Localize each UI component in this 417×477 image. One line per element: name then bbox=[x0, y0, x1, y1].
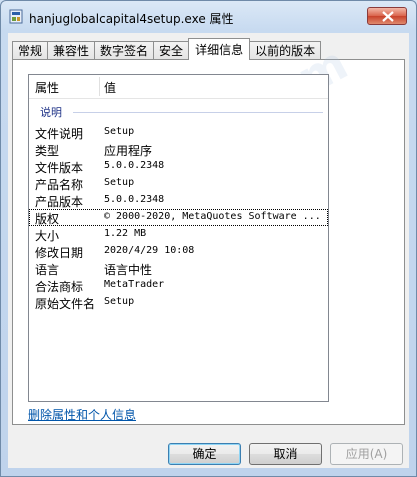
dialog-client: 常规 兼容性 数字签名 安全 详细信息 以前的版本 FX110.com FX11… bbox=[8, 33, 409, 468]
tab-security[interactable]: 安全 bbox=[153, 41, 190, 60]
table-row[interactable]: 产品名称 Setup bbox=[29, 175, 328, 192]
table-row[interactable]: 修改日期 2020/4/29 10:08 bbox=[29, 243, 328, 260]
list-header: 属性 值 bbox=[29, 75, 328, 99]
group-header-description: 说明 bbox=[40, 106, 62, 119]
properties-window: hanjuglobalcapital4setup.exe 属性 常规 兼容性 数… bbox=[0, 0, 417, 477]
window-title: hanjuglobalcapital4setup.exe 属性 bbox=[29, 12, 234, 26]
group-divider bbox=[73, 112, 323, 113]
ok-button[interactable]: 确定 bbox=[168, 443, 241, 465]
property-list[interactable]: 属性 值 说明 文件说明 Setup 类型 应用程序 文件版本 5.0.0.23… bbox=[28, 74, 329, 402]
table-row[interactable]: 产品版本 5.0.0.2348 bbox=[29, 192, 328, 209]
tab-general[interactable]: 常规 bbox=[12, 41, 49, 60]
table-row[interactable]: 文件版本 5.0.0.2348 bbox=[29, 158, 328, 175]
property-name: 语言 bbox=[35, 263, 60, 277]
property-value: 5.0.0.2348 bbox=[104, 194, 165, 205]
close-button[interactable] bbox=[367, 7, 407, 25]
table-row[interactable]: 合法商标 MetaTrader bbox=[29, 277, 328, 294]
property-value: 5.0.0.2348 bbox=[104, 160, 165, 171]
tab-details[interactable]: 详细信息 bbox=[188, 38, 251, 60]
details-panel: FX110.com FX110.com 属性 值 说明 文件说明 Setup 类… bbox=[12, 36, 405, 425]
column-divider[interactable] bbox=[99, 77, 100, 96]
column-header-property[interactable]: 属性 bbox=[35, 79, 59, 96]
table-row[interactable]: 原始文件名 Setup bbox=[29, 294, 328, 311]
table-row-selected[interactable]: 版权 © 2000-2020, MetaQuotes Software ... bbox=[29, 209, 328, 226]
column-header-value[interactable]: 值 bbox=[104, 79, 116, 96]
property-name: 产品版本 bbox=[35, 195, 84, 209]
property-name: 文件说明 bbox=[35, 127, 84, 141]
table-row[interactable]: 类型 应用程序 bbox=[29, 141, 328, 158]
property-value: 2020/4/29 10:08 bbox=[104, 245, 195, 256]
property-name: 类型 bbox=[35, 144, 60, 158]
tab-compatibility[interactable]: 兼容性 bbox=[47, 41, 96, 60]
table-row[interactable]: 大小 1.22 MB bbox=[29, 226, 328, 243]
property-value: Setup bbox=[104, 126, 135, 137]
property-value: 语言中性 bbox=[104, 263, 153, 277]
property-value: Setup bbox=[104, 296, 135, 307]
apply-button[interactable]: 应用(A) bbox=[330, 443, 403, 465]
tab-strip: 常规 兼容性 数字签名 安全 详细信息 以前的版本 bbox=[12, 38, 322, 60]
tab-previous-versions[interactable]: 以前的版本 bbox=[249, 41, 322, 60]
property-value: 应用程序 bbox=[104, 144, 153, 158]
property-value: Setup bbox=[104, 177, 135, 188]
table-row[interactable]: 文件说明 Setup bbox=[29, 124, 328, 141]
title-bar[interactable]: hanjuglobalcapital4setup.exe 属性 bbox=[1, 1, 416, 31]
remove-properties-link[interactable]: 删除属性和个人信息 bbox=[28, 406, 136, 423]
property-name: 大小 bbox=[35, 229, 60, 243]
property-name: 原始文件名 bbox=[35, 297, 96, 311]
property-value: MetaTrader bbox=[104, 279, 165, 290]
property-name: 产品名称 bbox=[35, 178, 84, 192]
tab-digital-signatures[interactable]: 数字签名 bbox=[94, 41, 155, 60]
table-row[interactable]: 语言 语言中性 bbox=[29, 260, 328, 277]
property-name: 合法商标 bbox=[35, 280, 84, 294]
setup-exe-icon bbox=[9, 9, 23, 24]
property-name: 文件版本 bbox=[35, 161, 84, 175]
property-value: © 2000-2020, MetaQuotes Software ... bbox=[104, 211, 321, 222]
property-value: 1.22 MB bbox=[104, 228, 147, 239]
close-icon bbox=[382, 11, 394, 22]
property-name: 修改日期 bbox=[35, 246, 84, 260]
cancel-button[interactable]: 取消 bbox=[249, 443, 322, 465]
property-name: 版权 bbox=[35, 212, 60, 226]
